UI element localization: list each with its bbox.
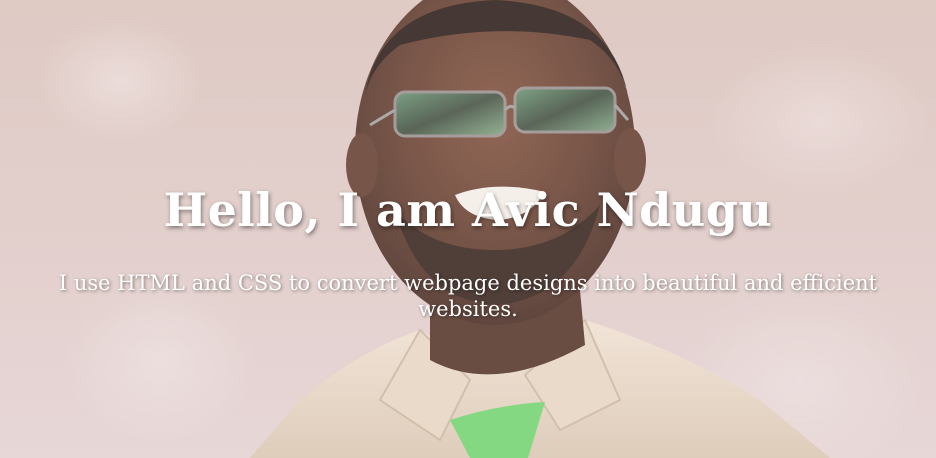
hero-section: Hello, I am Avic Ndugu I use HTML and CS… <box>0 0 936 458</box>
hero-title: Hello, I am Avic Ndugu <box>163 183 773 237</box>
hero-text-block: Hello, I am Avic Ndugu I use HTML and CS… <box>0 0 936 458</box>
hero-subtitle: I use HTML and CSS to convert webpage de… <box>58 271 878 321</box>
